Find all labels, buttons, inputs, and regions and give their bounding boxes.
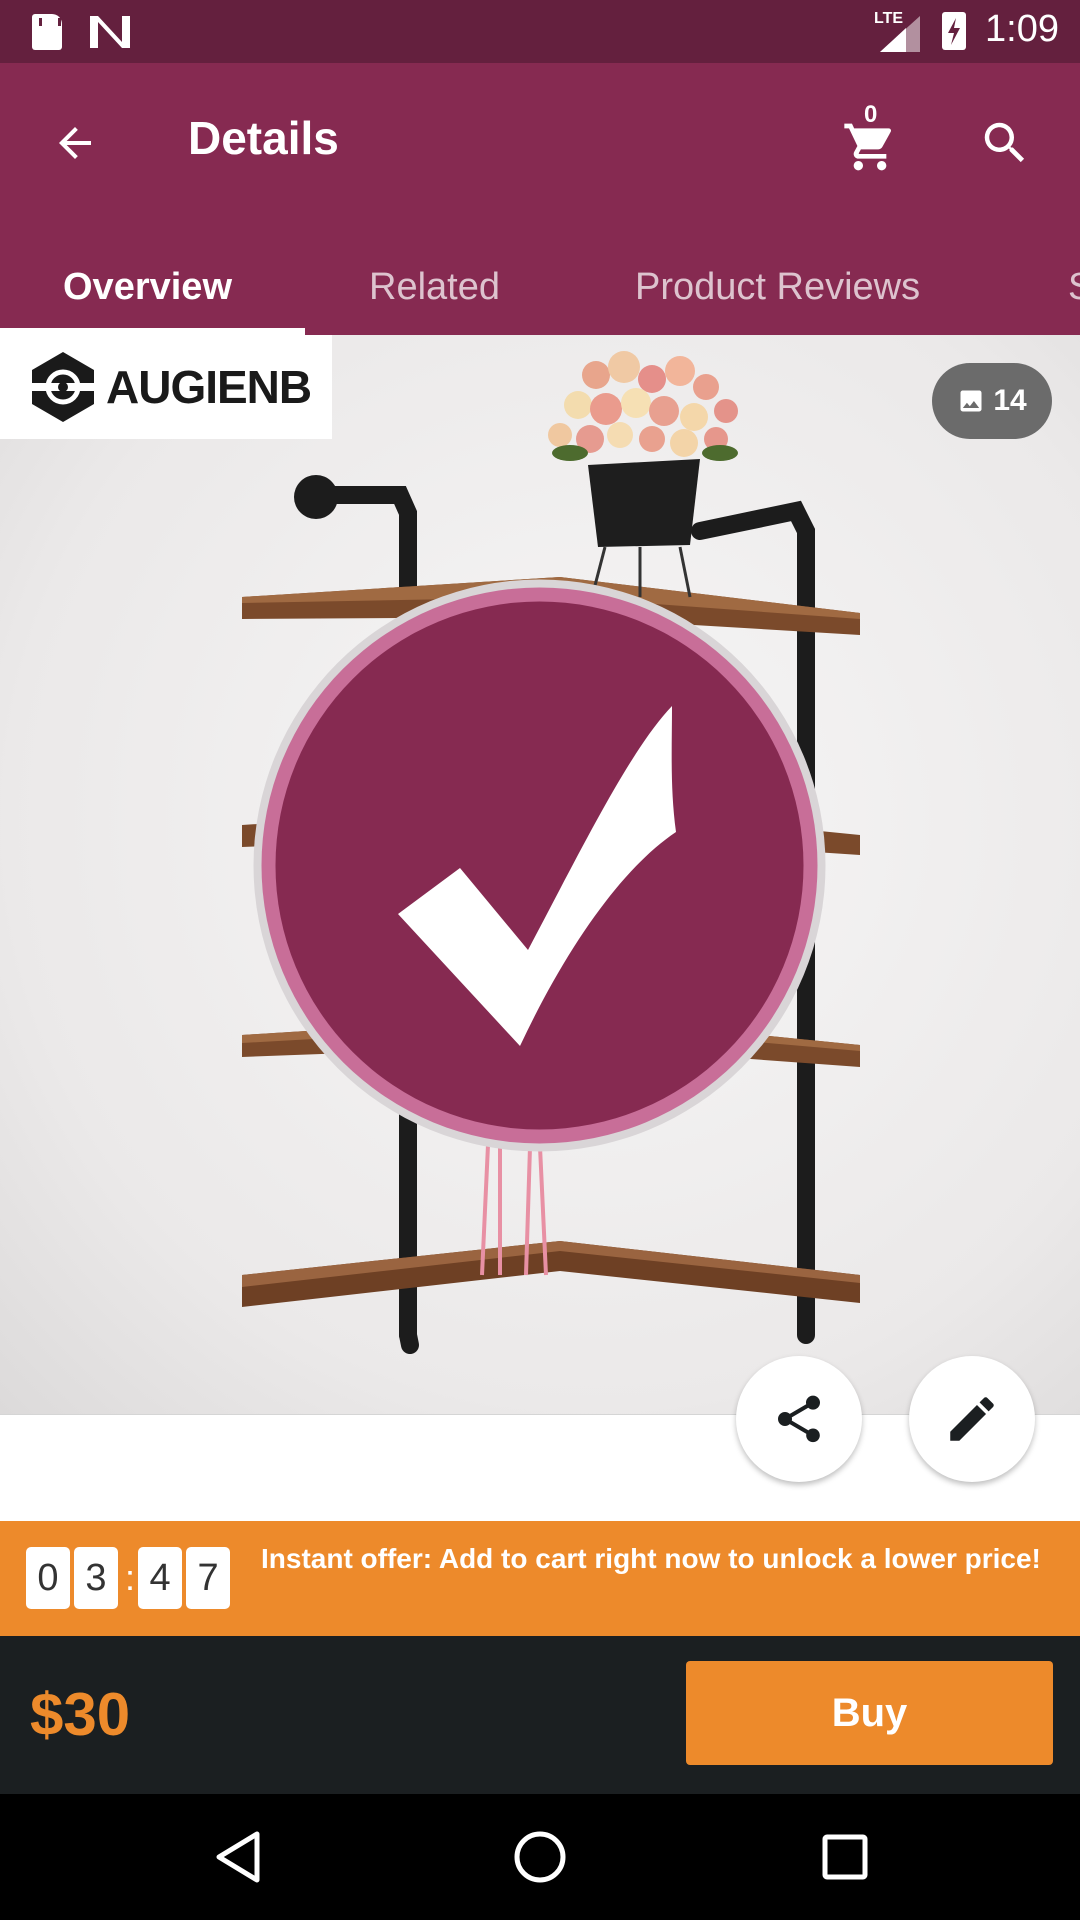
checkmark-icon (253, 579, 826, 1152)
cart-icon (844, 123, 892, 171)
buy-button[interactable]: Buy (686, 1661, 1053, 1765)
tab-product-reviews[interactable]: Product Reviews (635, 248, 920, 335)
countdown-digit: 0 (26, 1547, 70, 1609)
circle-home-icon (514, 1831, 566, 1883)
countdown-digit: 4 (138, 1547, 183, 1609)
nav-home-button[interactable] (505, 1822, 575, 1892)
signal-icon (880, 16, 920, 52)
countdown-timer: 0 3 : 4 7 (26, 1547, 234, 1609)
offer-message: Instant offer: Add to cart right now to … (261, 1543, 1041, 1574)
brand-name: AUGIENB (106, 361, 312, 413)
countdown-digit: 7 (186, 1547, 231, 1609)
sd-card-icon (32, 14, 62, 50)
square-recents-icon (822, 1834, 868, 1880)
brand-logo: AUGIENB (0, 335, 332, 439)
back-button[interactable] (40, 108, 110, 178)
countdown-digit: 3 (74, 1547, 118, 1609)
instant-offer-banner[interactable]: 0 3 : 4 7 Instant offer: Add to cart rig… (0, 1521, 1080, 1636)
system-navigation-bar (0, 1794, 1080, 1920)
app-bar: Details 0 Overview Related Product Revie… (0, 63, 1080, 335)
photo-count: 14 (993, 384, 1027, 417)
price: $30 (30, 1681, 131, 1748)
cart-button[interactable]: 0 (836, 101, 906, 181)
tab-indicator (0, 328, 305, 335)
purchase-bar: $30 Buy (0, 1636, 1080, 1794)
pencil-icon (950, 1397, 994, 1441)
photo-count-badge[interactable]: 14 (932, 363, 1052, 439)
nav-back-button[interactable] (203, 1822, 273, 1892)
nav-recents-button[interactable] (810, 1822, 880, 1892)
battery-charging-icon (942, 12, 966, 50)
brand-mark-icon (30, 352, 96, 422)
status-bar: LTE 1:09 (0, 0, 1080, 63)
page-title: Details (188, 112, 339, 164)
search-button[interactable] (970, 108, 1040, 178)
arrow-left-icon (59, 127, 91, 159)
edit-button[interactable] (909, 1356, 1035, 1482)
search-icon (984, 122, 1025, 163)
image-icon (960, 390, 982, 412)
tab-partial[interactable]: S (1068, 248, 1080, 335)
triangle-back-icon (216, 1831, 260, 1883)
countdown-separator: : (125, 1557, 136, 1598)
tab-bar: Overview Related Product Reviews S (0, 248, 1080, 335)
share-button[interactable] (736, 1356, 862, 1482)
product-image-carousel[interactable]: AUGIENB 14 (0, 335, 1080, 1415)
tab-overview[interactable]: Overview (63, 248, 232, 335)
n-notification-icon (90, 16, 130, 48)
clock: 1:09 (985, 8, 1059, 50)
share-icon (778, 1395, 820, 1443)
tab-related[interactable]: Related (369, 248, 500, 335)
